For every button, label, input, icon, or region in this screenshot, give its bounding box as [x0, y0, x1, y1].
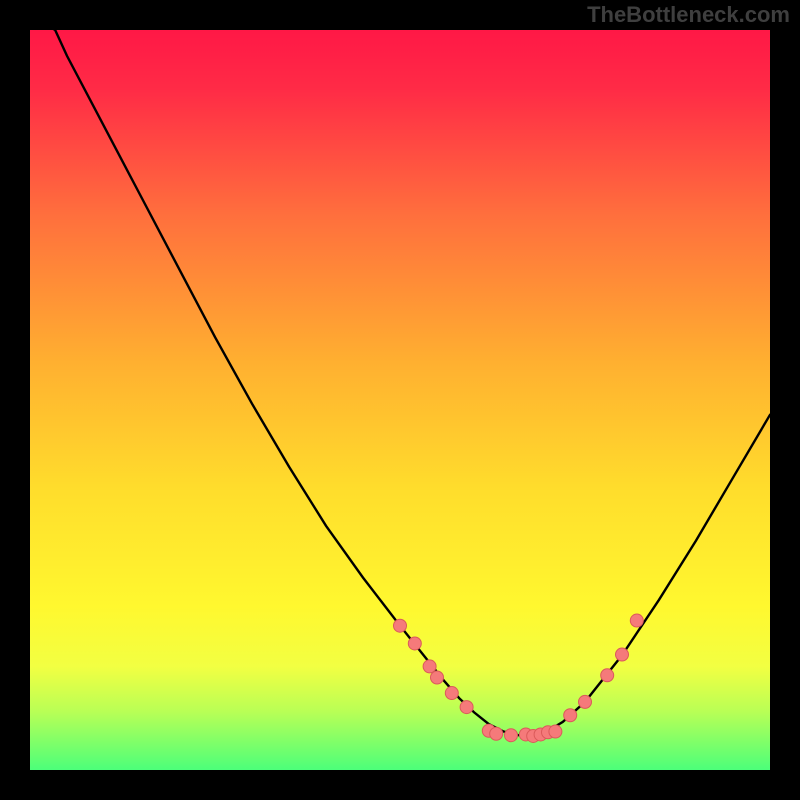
watermark-label: TheBottleneck.com — [587, 4, 790, 26]
curve-marker — [564, 709, 577, 722]
curve-marker — [394, 619, 407, 632]
curve-marker — [431, 671, 444, 684]
curve-marker — [579, 695, 592, 708]
curve-marker — [490, 727, 503, 740]
curve-marker — [423, 660, 436, 673]
curve-marker — [408, 637, 421, 650]
curve-marker — [601, 669, 614, 682]
curve-marker — [460, 701, 473, 714]
curve-marker — [630, 614, 643, 627]
curve-marker — [549, 725, 562, 738]
curve-marker — [616, 648, 629, 661]
curve-marker — [505, 729, 518, 742]
curve-marker — [445, 687, 458, 700]
gradient-background — [30, 30, 770, 770]
chart-stage: TheBottleneck.com — [0, 0, 800, 800]
bottleneck-chart — [30, 30, 770, 770]
